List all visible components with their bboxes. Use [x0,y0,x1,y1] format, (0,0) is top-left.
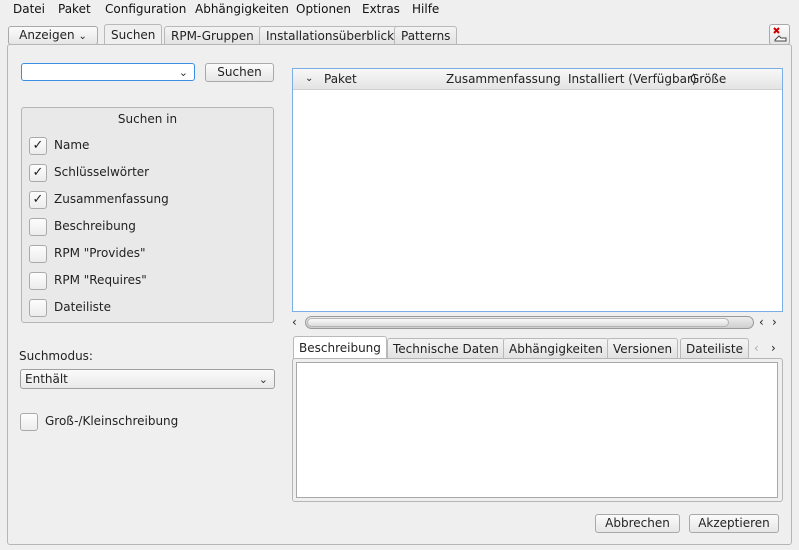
checkbox-label: RPM "Provides" [54,246,146,260]
tab-rpm-gruppen-label: RPM-Gruppen [171,29,254,43]
horizontal-scrollbar[interactable]: ‹ ‹ › [292,315,783,331]
checkbox-box[interactable] [29,272,47,290]
scroll-left-icon[interactable]: ‹ [759,315,764,329]
search-input[interactable]: ⌄ [21,63,195,81]
tab-installationsueberblick[interactable]: Installationsüberblick [259,26,402,45]
tab-patterns[interactable]: Patterns [394,26,458,45]
checkbox-label: Zusammenfassung [54,192,169,206]
accept-button[interactable]: Akzeptieren [689,514,779,533]
checkbox-box[interactable] [29,218,47,236]
menu-hilfe[interactable]: Hilfe [412,2,439,16]
checkbox-box[interactable]: ✓ [29,164,47,182]
checkbox-label: Schlüsselwörter [54,165,150,179]
suchmodus-select[interactable]: Enthält ⌄ [20,369,275,389]
suchmodus-label: Suchmodus: [19,349,93,363]
table-header: ⌄ Paket Zusammenfassung Installiert (Ver… [293,69,782,90]
suchmodus-value: Enthält [25,372,68,386]
tab-rpm-gruppen[interactable]: RPM-Gruppen [164,26,261,45]
chevron-down-icon: ⌄ [258,373,268,386]
column-header-zusammenfassung[interactable]: Zusammenfassung [446,69,561,89]
menu-extras[interactable]: Extras [362,2,400,16]
tab-installation-label: Installationsüberblick [266,29,395,43]
scrollbar-thumb[interactable] [307,318,729,327]
cancel-button-label: Abbrechen [605,516,670,530]
search-button-label: Suchen [217,65,262,79]
detail-tab-beschreibung[interactable]: Beschreibung [293,336,387,359]
menu-abhaengigkeiten[interactable]: Abhängigkeiten [195,2,289,16]
detail-tab-dateiliste[interactable]: Dateiliste [680,338,750,358]
anzeigen-label: Anzeigen [19,28,75,42]
column-header-groesse[interactable]: Größe [690,69,726,89]
search-in-title: Suchen in [117,112,178,126]
menu-optionen[interactable]: Optionen [296,2,351,16]
checkbox-box[interactable]: ✓ [29,137,47,155]
tab-patterns-label: Patterns [401,29,451,43]
menu-paket[interactable]: Paket [58,2,91,16]
detail-tab-label: Versionen [613,342,673,356]
checkbox-label: Name [54,138,90,152]
detail-tab-label: Beschreibung [299,341,381,355]
package-table[interactable]: ⌄ Paket Zusammenfassung Installiert (Ver… [292,68,783,312]
scrollbar-track[interactable] [305,316,754,329]
detail-tab-label: Technische Daten [393,342,499,356]
checkbox-box[interactable] [29,299,47,317]
close-document-icon [773,27,787,42]
tab-scroll-right-icon[interactable]: › [771,341,776,355]
detail-tab-technische-daten[interactable]: Technische Daten [387,338,505,358]
chevron-down-icon: ⌄ [178,66,188,79]
checkbox-label: Beschreibung [54,219,136,233]
scroll-right-icon[interactable]: › [772,315,777,329]
detail-tab-versionen[interactable]: Versionen [607,338,679,358]
tab-scroll-left-icon[interactable]: ‹ [754,341,759,355]
search-button[interactable]: Suchen [205,63,274,82]
accept-button-label: Akzeptieren [698,516,770,530]
column-header-installiert[interactable]: Installiert (Verfügbar) [568,69,697,89]
description-view[interactable] [296,362,778,498]
tab-suchen[interactable]: Suchen [104,24,163,45]
sort-chevron-icon[interactable]: ⌄ [305,69,313,89]
checkbox-box[interactable]: ✓ [29,191,47,209]
checkbox-label: RPM "Requires" [54,273,147,287]
checkbox-box[interactable] [29,245,47,263]
detail-tab-label: Abhängigkeiten [509,342,603,356]
detail-tab-label: Dateiliste [686,342,744,356]
detail-tab-abhaengigkeiten[interactable]: Abhängigkeiten [503,338,609,358]
tab-suchen-label: Suchen [111,28,156,42]
checkbox-label: Groß-/Kleinschreibung [45,414,179,428]
menubar: Datei Paket Configuration Abhängigkeiten… [0,0,799,20]
column-header-paket[interactable]: Paket [324,69,357,89]
scroll-left-icon[interactable]: ‹ [292,315,297,329]
cancel-button[interactable]: Abbrechen [595,514,680,533]
menu-configuration[interactable]: Configuration [105,2,186,16]
menu-datei[interactable]: Datei [13,2,45,16]
close-tab-button[interactable] [769,24,790,45]
anzeigen-button[interactable]: Anzeigen ⌄ [8,26,98,45]
checkbox-label: Dateiliste [54,300,112,314]
checkbox-box[interactable] [20,413,38,431]
chevron-down-icon: ⌄ [78,31,87,42]
